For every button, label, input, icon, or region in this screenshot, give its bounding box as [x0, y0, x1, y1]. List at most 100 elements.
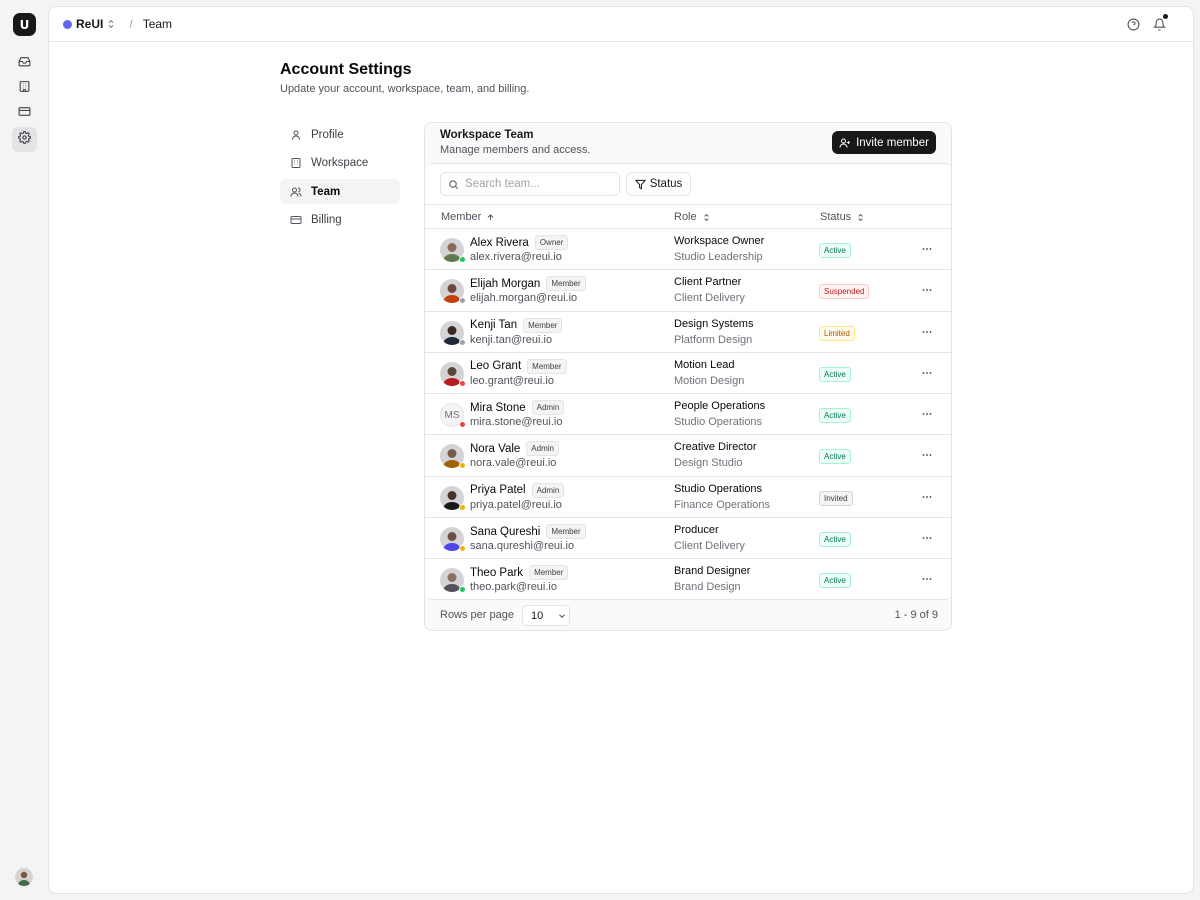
- member-name[interactable]: Elijah Morgan: [470, 278, 540, 290]
- nav-item-team[interactable]: Team: [280, 179, 400, 204]
- member-name-line: Mira Stone Admin: [470, 400, 565, 416]
- table-row[interactable]: Theo Park Member theo.park@reui.io Brand…: [425, 559, 951, 600]
- member-name-line: Priya Patel Admin: [470, 482, 565, 498]
- member-name[interactable]: Theo Park: [470, 567, 523, 579]
- nav-item-profile[interactable]: Profile: [280, 122, 400, 147]
- filter-icon: [634, 179, 646, 190]
- chevrons-up-down-icon: [856, 213, 865, 222]
- row-actions-button[interactable]: [919, 324, 935, 340]
- nav-item-billing[interactable]: Billing: [280, 208, 400, 233]
- member-email: leo.grant@reui.io: [470, 374, 554, 387]
- more-horizontal-icon: [921, 408, 933, 420]
- role-department: Design Studio: [674, 457, 743, 470]
- avatar: [440, 238, 466, 263]
- rail-settings-button[interactable]: [12, 127, 37, 152]
- chevron-down-icon: [557, 611, 567, 621]
- rows-per-page-label: Rows per page: [440, 609, 514, 621]
- role-title: Motion Lead: [674, 358, 735, 371]
- status-badge: Active: [819, 449, 851, 465]
- member-name[interactable]: Leo Grant: [470, 360, 521, 372]
- member-tag: Admin: [526, 441, 559, 457]
- more-horizontal-icon: [921, 449, 933, 461]
- nav-label: Workspace: [311, 157, 369, 169]
- row-actions-button[interactable]: [919, 365, 935, 381]
- table-row[interactable]: Kenji Tan Member kenji.tan@reui.io Desig…: [425, 312, 951, 353]
- table-row[interactable]: Elijah Morgan Member elijah.morgan@reui.…: [425, 270, 951, 312]
- nav-label: Team: [311, 185, 341, 198]
- invite-member-label: Invite member: [856, 136, 929, 149]
- page-subtitle: Update your account, workspace, team, an…: [280, 83, 530, 95]
- presence-indicator: [459, 256, 466, 263]
- role-department: Brand Design: [674, 581, 741, 594]
- table-row[interactable]: Leo Grant Member leo.grant@reui.io Motio…: [425, 353, 951, 395]
- table-header: Member Role Status: [425, 205, 951, 229]
- role-title: Workspace Owner: [674, 235, 765, 247]
- member-tag: Admin: [531, 482, 565, 498]
- row-actions-button[interactable]: [919, 282, 935, 298]
- member-name-line: Alex Rivera Owner: [470, 235, 569, 250]
- card-title: Workspace Team: [440, 129, 534, 141]
- more-horizontal-icon: [921, 284, 933, 296]
- member-name[interactable]: Sana Qureshi: [470, 526, 540, 538]
- help-circle-icon[interactable]: [1125, 16, 1141, 32]
- presence-indicator: [459, 421, 466, 429]
- workspace-switcher[interactable]: ReUI: [76, 17, 103, 31]
- column-header-role[interactable]: Role: [674, 211, 711, 223]
- presence-indicator: [459, 503, 466, 511]
- more-horizontal-icon: [921, 326, 933, 338]
- member-name[interactable]: Kenji Tan: [470, 319, 517, 331]
- status-filter-button[interactable]: Status: [626, 172, 691, 196]
- status-badge: Suspended: [819, 284, 870, 300]
- member-name[interactable]: Alex Rivera: [470, 237, 529, 249]
- nav-label: Profile: [311, 128, 344, 141]
- presence-indicator: [459, 338, 466, 346]
- chevrons-up-down-icon[interactable]: [106, 19, 116, 29]
- role-title: Producer: [674, 524, 719, 537]
- role-title: Client Partner: [674, 276, 742, 289]
- role-department: Platform Design: [674, 333, 753, 346]
- card-description: Manage members and access.: [440, 144, 591, 156]
- row-actions-button[interactable]: [919, 530, 935, 546]
- avatar: [440, 444, 466, 470]
- user-avatar[interactable]: [15, 868, 33, 886]
- column-header-status[interactable]: Status: [820, 211, 865, 223]
- search-icon: [448, 179, 459, 190]
- rows-per-page-select[interactable]: 10: [522, 605, 570, 626]
- table-row[interactable]: Priya Patel Admin priya.patel@reui.io St…: [425, 477, 951, 519]
- member-email: sana.qureshi@reui.io: [470, 540, 575, 553]
- rail-billing-button[interactable]: [12, 101, 37, 126]
- invite-member-button[interactable]: Invite member: [832, 131, 936, 154]
- table-row[interactable]: MS Mira Stone Admin mira.stone@reui.io P…: [425, 394, 951, 436]
- more-horizontal-icon: [921, 243, 933, 255]
- notification-dot: [1163, 14, 1168, 19]
- member-name-line: Leo Grant Member: [470, 358, 567, 374]
- more-horizontal-icon: [921, 367, 933, 379]
- rail-building-button[interactable]: [12, 76, 37, 101]
- presence-indicator: [459, 379, 466, 387]
- member-name[interactable]: Nora Vale: [470, 443, 520, 455]
- rail-inbox-button[interactable]: [12, 51, 37, 76]
- bell-icon[interactable]: [1151, 14, 1168, 32]
- row-actions-button[interactable]: [919, 489, 935, 505]
- row-actions-button[interactable]: [919, 241, 935, 257]
- member-name[interactable]: Mira Stone: [470, 402, 526, 414]
- role-department: Finance Operations: [674, 498, 770, 511]
- role-department: Studio Leadership: [674, 251, 763, 263]
- table-row[interactable]: Nora Vale Admin nora.vale@reui.io Creati…: [425, 435, 951, 477]
- table-toolbar: Search team... Status: [425, 164, 951, 205]
- row-actions-button[interactable]: [919, 571, 935, 587]
- user-plus-icon: [839, 137, 851, 149]
- search-input[interactable]: Search team...: [440, 172, 620, 196]
- row-actions-button[interactable]: [919, 447, 935, 463]
- building-icon: [18, 80, 31, 98]
- nav-item-workspace[interactable]: Workspace: [280, 151, 400, 176]
- member-name-line: Sana Qureshi Member: [470, 524, 586, 540]
- member-tag: Owner: [534, 235, 569, 250]
- table-row[interactable]: Sana Qureshi Member sana.qureshi@reui.io…: [425, 518, 951, 560]
- column-header-member[interactable]: Member: [441, 211, 495, 223]
- member-name[interactable]: Priya Patel: [470, 484, 526, 496]
- app-logo[interactable]: U: [13, 13, 36, 36]
- nav-label: Billing: [311, 214, 342, 226]
- table-row[interactable]: Alex Rivera Owner alex.rivera@reui.io Wo…: [425, 229, 951, 271]
- row-actions-button[interactable]: [919, 406, 935, 422]
